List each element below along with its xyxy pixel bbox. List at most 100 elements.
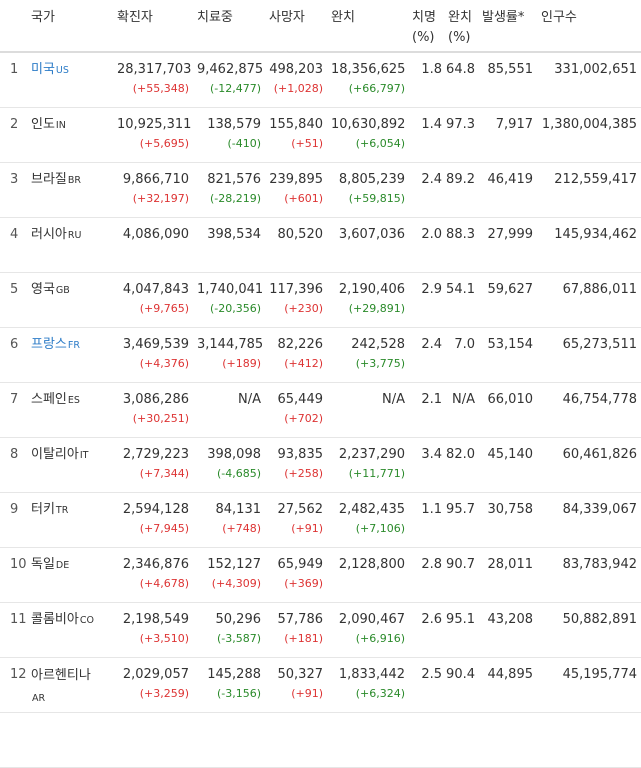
incidence-cell: 43,208	[487, 611, 534, 627]
treating-cell: 152,127 (+4,309)	[193, 547, 265, 602]
deaths-value: 155,840	[269, 116, 323, 132]
confirmed-cell: 28,317,703 (+55,348)	[113, 52, 193, 107]
treating-cell: 9,462,875 (-12,477)	[193, 52, 265, 107]
header-deaths[interactable]: 사망자	[265, 0, 327, 53]
confirmed-value: 2,729,223	[122, 446, 189, 462]
recovery-cell: 64.8	[446, 62, 475, 77]
country-cell[interactable]: 프랑스FR	[27, 327, 113, 382]
deaths-cell: 80,520	[265, 217, 327, 272]
table-row: 3 브라질BR 9,866,710 (+32,197) 821,576 (-28,219)…	[0, 162, 641, 217]
recovered-value: 2,090,467	[338, 611, 405, 627]
treating-cell: 398,534	[193, 217, 265, 272]
confirmed-delta: (+30,251)	[132, 411, 189, 425]
table-row: 10 독일DE 2,346,876 (+4,678) 152,127 (+4,309) 65…	[0, 547, 641, 602]
treating-value: 152,127	[207, 556, 261, 572]
incidence-cell: 30,758	[487, 501, 534, 517]
table-row: 8 이탈리아IT 2,729,223 (+7,344) 398,098 (-4,685) 9…	[0, 437, 641, 492]
recovery-cell: 97.3	[446, 116, 475, 132]
confirmed-cell: 4,086,090	[113, 217, 193, 272]
treating-delta: (-4,685)	[216, 466, 261, 480]
row-rank	[0, 712, 27, 767]
row-rank: 2	[10, 116, 19, 132]
row-rank: 12	[10, 666, 27, 682]
recovered-value: 1,833,442	[338, 666, 405, 682]
deaths-delta: (+369)	[284, 576, 323, 590]
fatality-cell: 3.4	[421, 446, 442, 462]
row-rank: 5	[10, 281, 19, 297]
recovered-cell: 18,356,625 (+66,797)	[327, 52, 409, 107]
fatality-cell	[409, 712, 445, 767]
incidence-cell: 66,010	[487, 391, 534, 407]
country-name: 터키	[31, 501, 55, 517]
recovered-cell: 8,805,239 (+59,815)	[327, 162, 409, 217]
header-country[interactable]: 국가	[27, 0, 113, 53]
country-name: 브라질	[31, 171, 67, 187]
population-cell: 84,339,067	[562, 501, 637, 517]
recovered-cell: N/A	[327, 382, 409, 437]
header-incidence[interactable]: 발생률*	[478, 0, 537, 53]
country-name: 콜롬비아	[31, 611, 79, 627]
population-cell: 50,882,891	[562, 611, 637, 627]
header-recovered[interactable]: 완치	[327, 0, 409, 53]
recovered-value: 2,190,406	[338, 281, 405, 297]
header-index	[0, 0, 27, 53]
country-cell[interactable]: 미국US	[27, 52, 113, 107]
country-code: GB	[55, 284, 70, 296]
recovered-cell: 3,607,036	[327, 217, 409, 272]
country-name: 영국	[31, 281, 55, 297]
row-rank: 1	[10, 62, 19, 77]
header-confirmed[interactable]: 확진자	[113, 0, 193, 53]
confirmed-cell: 2,029,057 (+3,259)	[113, 657, 193, 712]
deaths-cell: 239,895 (+601)	[265, 162, 327, 217]
fatality-cell: 1.1	[421, 501, 442, 517]
header-fatality-rate[interactable]: 치명 (%)	[409, 0, 445, 53]
fatality-cell: 2.9	[421, 281, 442, 297]
country-link[interactable]: 프랑스	[31, 337, 67, 352]
country-cell: 이탈리아IT	[27, 437, 113, 492]
deaths-cell: 117,396 (+230)	[265, 272, 327, 327]
deaths-value: 93,835	[277, 446, 324, 462]
row-rank: 9	[10, 501, 19, 517]
confirmed-delta: (+7,344)	[139, 466, 189, 480]
table-row	[0, 712, 641, 767]
confirmed-delta: (+9,765)	[139, 301, 189, 315]
header-treating[interactable]: 치료중	[193, 0, 265, 53]
treating-delta: (+748)	[222, 521, 261, 535]
recovered-value: 3,607,036	[338, 226, 405, 242]
confirmed-value: 28,317,703	[117, 62, 192, 77]
recovery-cell	[445, 712, 478, 767]
country-cell: 러시아RU	[27, 217, 113, 272]
treating-value: 821,576	[207, 171, 261, 187]
recovery-cell: N/A	[452, 391, 475, 407]
table-row: 1 미국US 28,317,703 (+55,348) 9,462,875 (-12,47…	[0, 52, 641, 107]
table-header-row: 국가 확진자 치료중 사망자 완치 치명 (%) 완치 (%) 발생률* 인구수	[0, 0, 641, 53]
confirmed-cell: 10,925,311 (+5,695)	[113, 107, 193, 162]
recovery-cell: 95.1	[446, 611, 475, 627]
recovered-delta: (+11,771)	[348, 466, 405, 480]
table-row: 6 프랑스FR 3,469,539 (+4,376) 3,144,785 (+189) 82…	[0, 327, 641, 382]
treating-value: 3,144,785	[197, 336, 264, 352]
incidence-cell: 53,154	[487, 336, 534, 352]
treating-value: 398,534	[207, 226, 261, 242]
recovered-cell: 2,482,435 (+7,106)	[327, 492, 409, 547]
country-code: RU	[67, 229, 82, 241]
confirmed-delta: (+3,510)	[139, 631, 189, 645]
population-cell: 46,754,778	[562, 391, 637, 407]
recovered-value: 242,528	[351, 336, 405, 352]
country-link[interactable]: 미국	[31, 62, 55, 77]
deaths-cell: 498,203 (+1,028)	[265, 52, 327, 107]
header-population[interactable]: 인구수	[537, 0, 641, 53]
deaths-delta: (+1,028)	[273, 82, 323, 95]
incidence-cell: 85,551	[487, 62, 534, 77]
recovered-cell: 2,190,406 (+29,891)	[327, 272, 409, 327]
treating-value: 138,579	[207, 116, 261, 132]
confirmed-value: 2,029,057	[122, 666, 189, 682]
recovery-cell: 82.0	[446, 446, 475, 462]
incidence-cell: 7,917	[495, 116, 533, 132]
country-name: 아르헨티나	[31, 667, 91, 683]
country-code: CO	[79, 614, 94, 626]
deaths-cell: 93,835 (+258)	[265, 437, 327, 492]
deaths-value: 65,949	[277, 556, 324, 572]
deaths-delta: (+51)	[291, 136, 323, 150]
header-recovery-rate[interactable]: 완치 (%)	[445, 0, 478, 53]
